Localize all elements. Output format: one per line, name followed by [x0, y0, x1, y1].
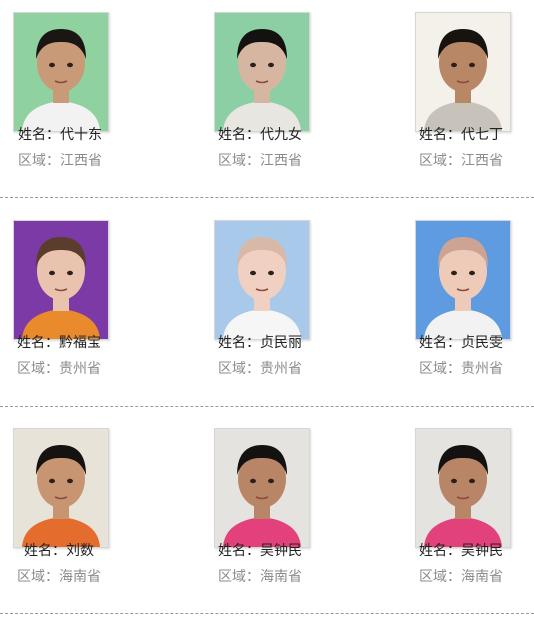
profile-photo[interactable] [214, 220, 310, 340]
row-divider [0, 613, 534, 614]
portrait-graphic [416, 429, 510, 547]
portrait-graphic [215, 221, 309, 339]
profile-region: 区域：贵州省 [419, 361, 503, 377]
portrait-graphic [14, 429, 108, 547]
profile-region: 区域：贵州省 [218, 361, 302, 377]
profile-photo[interactable] [415, 428, 511, 548]
portrait-graphic [14, 13, 108, 131]
profile-name: 姓名：代十东 [18, 127, 102, 143]
profile-name: 姓名：贞民雯 [419, 335, 503, 351]
profile-region: 区域：海南省 [419, 569, 503, 585]
profile-photo[interactable] [415, 220, 511, 340]
profile-photo[interactable] [13, 220, 109, 340]
profile-name: 姓名：刘数 [24, 543, 94, 559]
profile-region: 区域：江西省 [218, 153, 302, 169]
profile-row-2: 姓名：黔福宝 区域：贵州省 姓名：贞民丽 区域：贵州省 姓名：贞民雯 区域：贵州… [0, 208, 534, 408]
profile-row-3: 姓名：刘数 区域：海南省 姓名：吴钟民 区域：海南省 姓名：吴钟民 区域：海南省 [0, 416, 534, 616]
profile-photo[interactable] [415, 12, 511, 132]
profile-row-1: 姓名：代十东 区域：江西省 姓名：代九女 区域：江西省 姓名：代七丁 区域：江西… [0, 0, 534, 200]
profile-region: 区域：江西省 [419, 153, 503, 169]
profile-photo[interactable] [13, 428, 109, 548]
profile-name: 姓名：代七丁 [419, 127, 503, 143]
row-divider [0, 406, 534, 407]
profile-name: 姓名：吴钟民 [419, 543, 503, 559]
portrait-graphic [215, 429, 309, 547]
portrait-graphic [416, 13, 510, 131]
profile-region: 区域：海南省 [17, 569, 101, 585]
portrait-graphic [416, 221, 510, 339]
profile-photo[interactable] [214, 428, 310, 548]
portrait-graphic [215, 13, 309, 131]
row-divider [0, 197, 534, 198]
profile-name: 姓名：黔福宝 [17, 335, 101, 351]
profile-name: 姓名：贞民丽 [218, 335, 302, 351]
profile-name: 姓名：代九女 [218, 127, 302, 143]
profile-region: 区域：贵州省 [17, 361, 101, 377]
profile-photo[interactable] [214, 12, 310, 132]
portrait-graphic [14, 221, 108, 339]
profile-name: 姓名：吴钟民 [218, 543, 302, 559]
profile-region: 区域：海南省 [218, 569, 302, 585]
profile-region: 区域：江西省 [18, 153, 102, 169]
profile-photo[interactable] [13, 12, 109, 132]
